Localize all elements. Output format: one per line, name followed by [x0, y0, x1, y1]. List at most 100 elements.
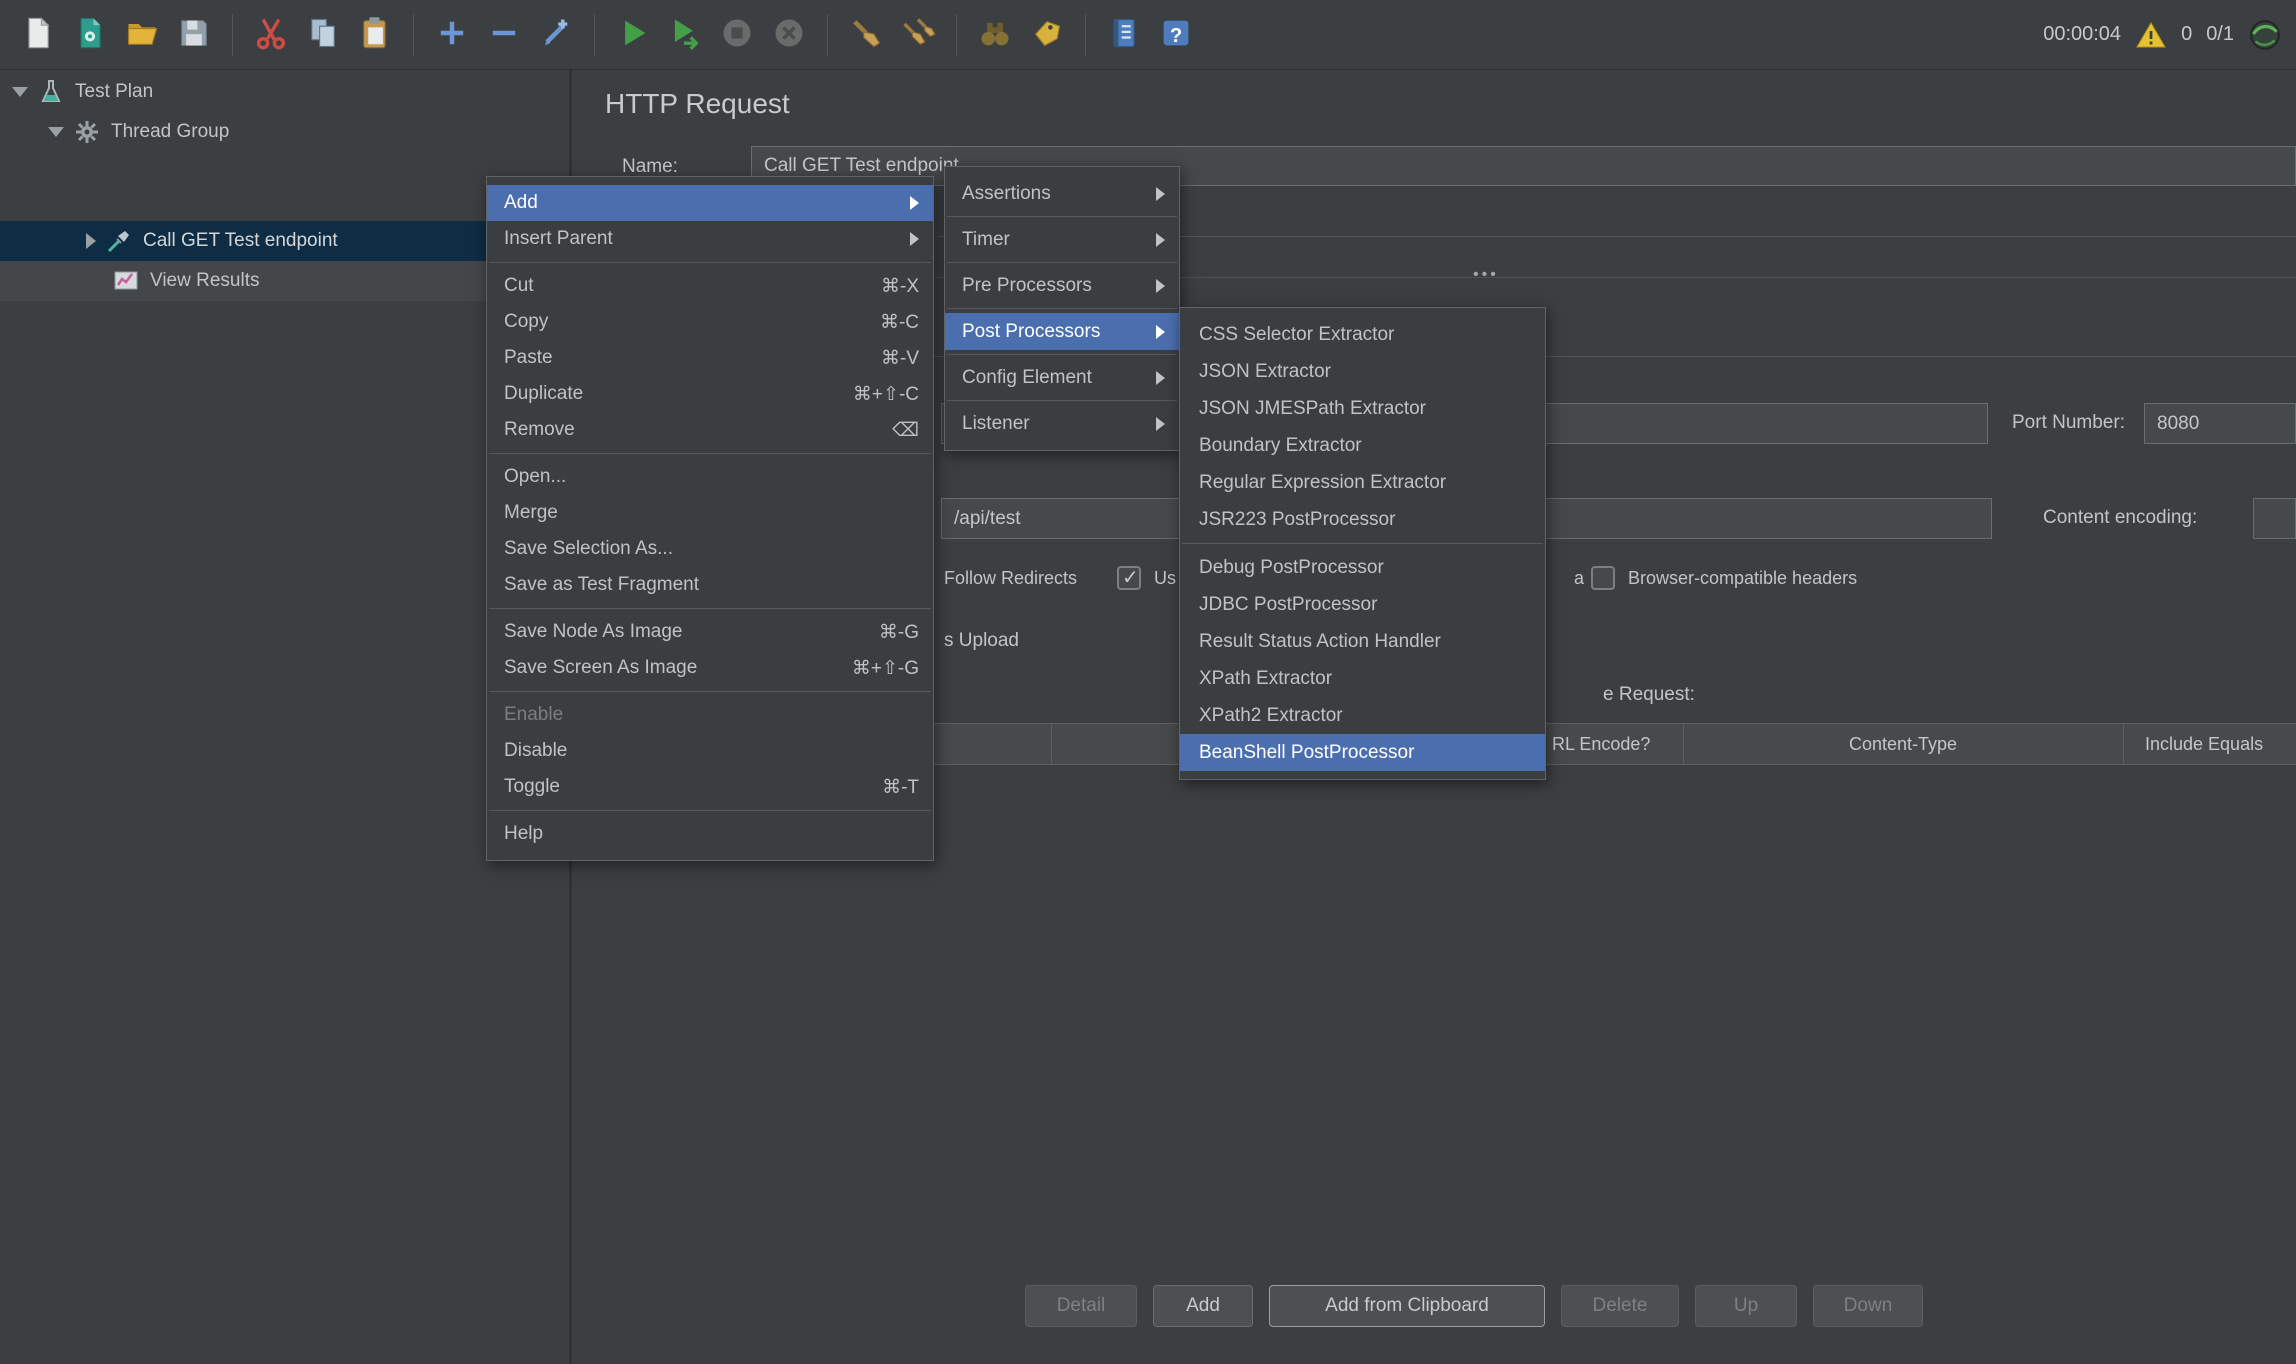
- expand-collapse-icon[interactable]: [48, 127, 64, 137]
- toolbar-separator: [413, 14, 414, 56]
- toolbar-clear-button[interactable]: [842, 11, 890, 59]
- submenu-arrow-icon: [1156, 279, 1165, 293]
- submenu-item-xpath-extractor[interactable]: XPath Extractor: [1180, 660, 1545, 697]
- menu-item-save-node-as-image[interactable]: Save Node As Image⌘-G: [487, 614, 933, 650]
- submenu-item-pre-processors[interactable]: Pre Processors: [945, 267, 1179, 304]
- menu-separator: [947, 400, 1177, 401]
- expand-collapse-icon[interactable]: [86, 233, 96, 249]
- toolbar-new-button[interactable]: [14, 11, 62, 59]
- binoculars-icon: [977, 15, 1013, 54]
- template-icon: [72, 15, 108, 54]
- toolbar-template-button[interactable]: [66, 11, 114, 59]
- toolbar-save-button[interactable]: [170, 11, 218, 59]
- warning-icon[interactable]: [2135, 21, 2167, 49]
- menu-item-merge[interactable]: Merge: [487, 495, 933, 531]
- toolbar-search-reset-button[interactable]: [1023, 11, 1071, 59]
- tree-item-thread-group[interactable]: Thread Group: [0, 112, 569, 152]
- menu-separator: [947, 308, 1177, 309]
- send-parameters-label-fragment: e Request:: [1603, 684, 1695, 706]
- up-button[interactable]: Up: [1695, 1285, 1797, 1327]
- toolbar-edit-button[interactable]: [532, 11, 580, 59]
- menu-item-add[interactable]: Add: [487, 185, 933, 221]
- submenu-item-config-element[interactable]: Config Element: [945, 359, 1179, 396]
- menu-item-remove[interactable]: Remove⌫: [487, 412, 933, 448]
- detail-button[interactable]: Detail: [1025, 1285, 1137, 1327]
- open-folder-icon: [124, 15, 160, 54]
- port-label: Port Number:: [2012, 412, 2125, 434]
- broom-all-icon: [900, 15, 936, 54]
- toolbar-add-button[interactable]: [428, 11, 476, 59]
- menu-item-save-screen-as-image[interactable]: Save Screen As Image⌘+⇧-G: [487, 650, 933, 686]
- menu-separator: [947, 354, 1177, 355]
- content-encoding-input[interactable]: [2253, 498, 2296, 539]
- toolbar-help-button[interactable]: ?: [1152, 11, 1200, 59]
- submenu-item-jdbc-postprocessor[interactable]: JDBC PostProcessor: [1180, 586, 1545, 623]
- menu-item-disable[interactable]: Disable: [487, 733, 933, 769]
- toolbar-open-button[interactable]: [118, 11, 166, 59]
- toolbar-clear-all-button[interactable]: [894, 11, 942, 59]
- menu-item-paste[interactable]: Paste⌘-V: [487, 340, 933, 376]
- delete-button[interactable]: Delete: [1561, 1285, 1679, 1327]
- submenu-item-result-status-action-handler[interactable]: Result Status Action Handler: [1180, 623, 1545, 660]
- menu-item-open[interactable]: Open...: [487, 459, 933, 495]
- submenu-item-beanshell-postprocessor[interactable]: BeanShell PostProcessor: [1180, 734, 1545, 771]
- down-button[interactable]: Down: [1813, 1285, 1923, 1327]
- submenu-item-jsr223-postprocessor[interactable]: JSR223 PostProcessor: [1180, 501, 1545, 538]
- name-label: Name:: [622, 156, 678, 178]
- menu-item-copy[interactable]: Copy⌘-C: [487, 304, 933, 340]
- tag-icon: [1029, 15, 1065, 54]
- tree-item-test-plan[interactable]: Test Plan: [0, 72, 569, 112]
- browser-compatible-headers-checkbox[interactable]: [1591, 566, 1615, 590]
- submenu-item-regular-expression-extractor[interactable]: Regular Expression Extractor: [1180, 464, 1545, 501]
- menu-item-enable[interactable]: Enable: [487, 697, 933, 733]
- expand-collapse-icon[interactable]: [12, 87, 28, 97]
- tree-item-view-results[interactable]: View Results: [0, 261, 569, 301]
- use-keepalive-label-fragment: Us: [1154, 568, 1176, 589]
- submenu-item-post-processors[interactable]: Post Processors: [945, 313, 1179, 350]
- menu-item-save-selection-as[interactable]: Save Selection As...: [487, 531, 933, 567]
- shutdown-icon: [771, 15, 807, 54]
- toolbar-shutdown-button[interactable]: [765, 11, 813, 59]
- submenu-item-json-extractor[interactable]: JSON Extractor: [1180, 353, 1545, 390]
- submenu-item-xpath2-extractor[interactable]: XPath2 Extractor: [1180, 697, 1545, 734]
- menu-item-save-as-test-fragment[interactable]: Save as Test Fragment: [487, 567, 933, 603]
- menu-item-cut[interactable]: Cut⌘-X: [487, 268, 933, 304]
- toolbar-paste-button[interactable]: [351, 11, 399, 59]
- toolbar-start-no-pauses-button[interactable]: [661, 11, 709, 59]
- submenu-item-timer[interactable]: Timer: [945, 221, 1179, 258]
- add-button[interactable]: Add: [1153, 1285, 1253, 1327]
- toolbar-copy-button[interactable]: [299, 11, 347, 59]
- sampler-icon: [105, 227, 133, 255]
- menu-item-insert-parent[interactable]: Insert Parent: [487, 221, 933, 257]
- submenu-item-debug-postprocessor[interactable]: Debug PostProcessor: [1180, 549, 1545, 586]
- toolbar-stop-button[interactable]: [713, 11, 761, 59]
- toolbar-separator: [827, 14, 828, 56]
- menu-separator: [489, 262, 931, 263]
- submenu-item-boundary-extractor[interactable]: Boundary Extractor: [1180, 427, 1545, 464]
- toolbar-start-button[interactable]: [609, 11, 657, 59]
- menu-item-toggle[interactable]: Toggle⌘-T: [487, 769, 933, 805]
- stop-icon: [719, 15, 755, 54]
- toolbar-cut-button[interactable]: [247, 11, 295, 59]
- tree-item-http-sampler[interactable]: Call GET Test endpoint: [0, 221, 569, 261]
- log-error-count: 0: [2181, 23, 2192, 46]
- add-from-clipboard-button[interactable]: Add from Clipboard: [1269, 1285, 1545, 1327]
- submenu-item-assertions[interactable]: Assertions: [945, 175, 1179, 212]
- toolbar-function-helper-button[interactable]: [1100, 11, 1148, 59]
- files-upload-tab-fragment[interactable]: s Upload: [944, 630, 1019, 652]
- browser-compatible-headers-label: Browser-compatible headers: [1628, 568, 1857, 589]
- submenu-item-json-jmespath-extractor[interactable]: JSON JMESPath Extractor: [1180, 390, 1545, 427]
- menu-separator: [489, 453, 931, 454]
- toolbar-separator: [232, 14, 233, 56]
- multipart-label-fragment: a: [1574, 568, 1584, 589]
- toolbar-search-button[interactable]: [971, 11, 1019, 59]
- submenu-item-listener[interactable]: Listener: [945, 405, 1179, 442]
- toolbar: ? 00:00:04 0 0/1: [0, 0, 2296, 70]
- menu-item-duplicate[interactable]: Duplicate⌘+⇧-C: [487, 376, 933, 412]
- port-input[interactable]: 8080: [2144, 403, 2296, 444]
- splitter-handle[interactable]: •••: [1473, 266, 1499, 284]
- menu-item-help[interactable]: Help: [487, 816, 933, 852]
- submenu-item-css-selector-extractor[interactable]: CSS Selector Extractor: [1180, 316, 1545, 353]
- use-keepalive-checkbox[interactable]: [1117, 566, 1141, 590]
- toolbar-remove-button[interactable]: [480, 11, 528, 59]
